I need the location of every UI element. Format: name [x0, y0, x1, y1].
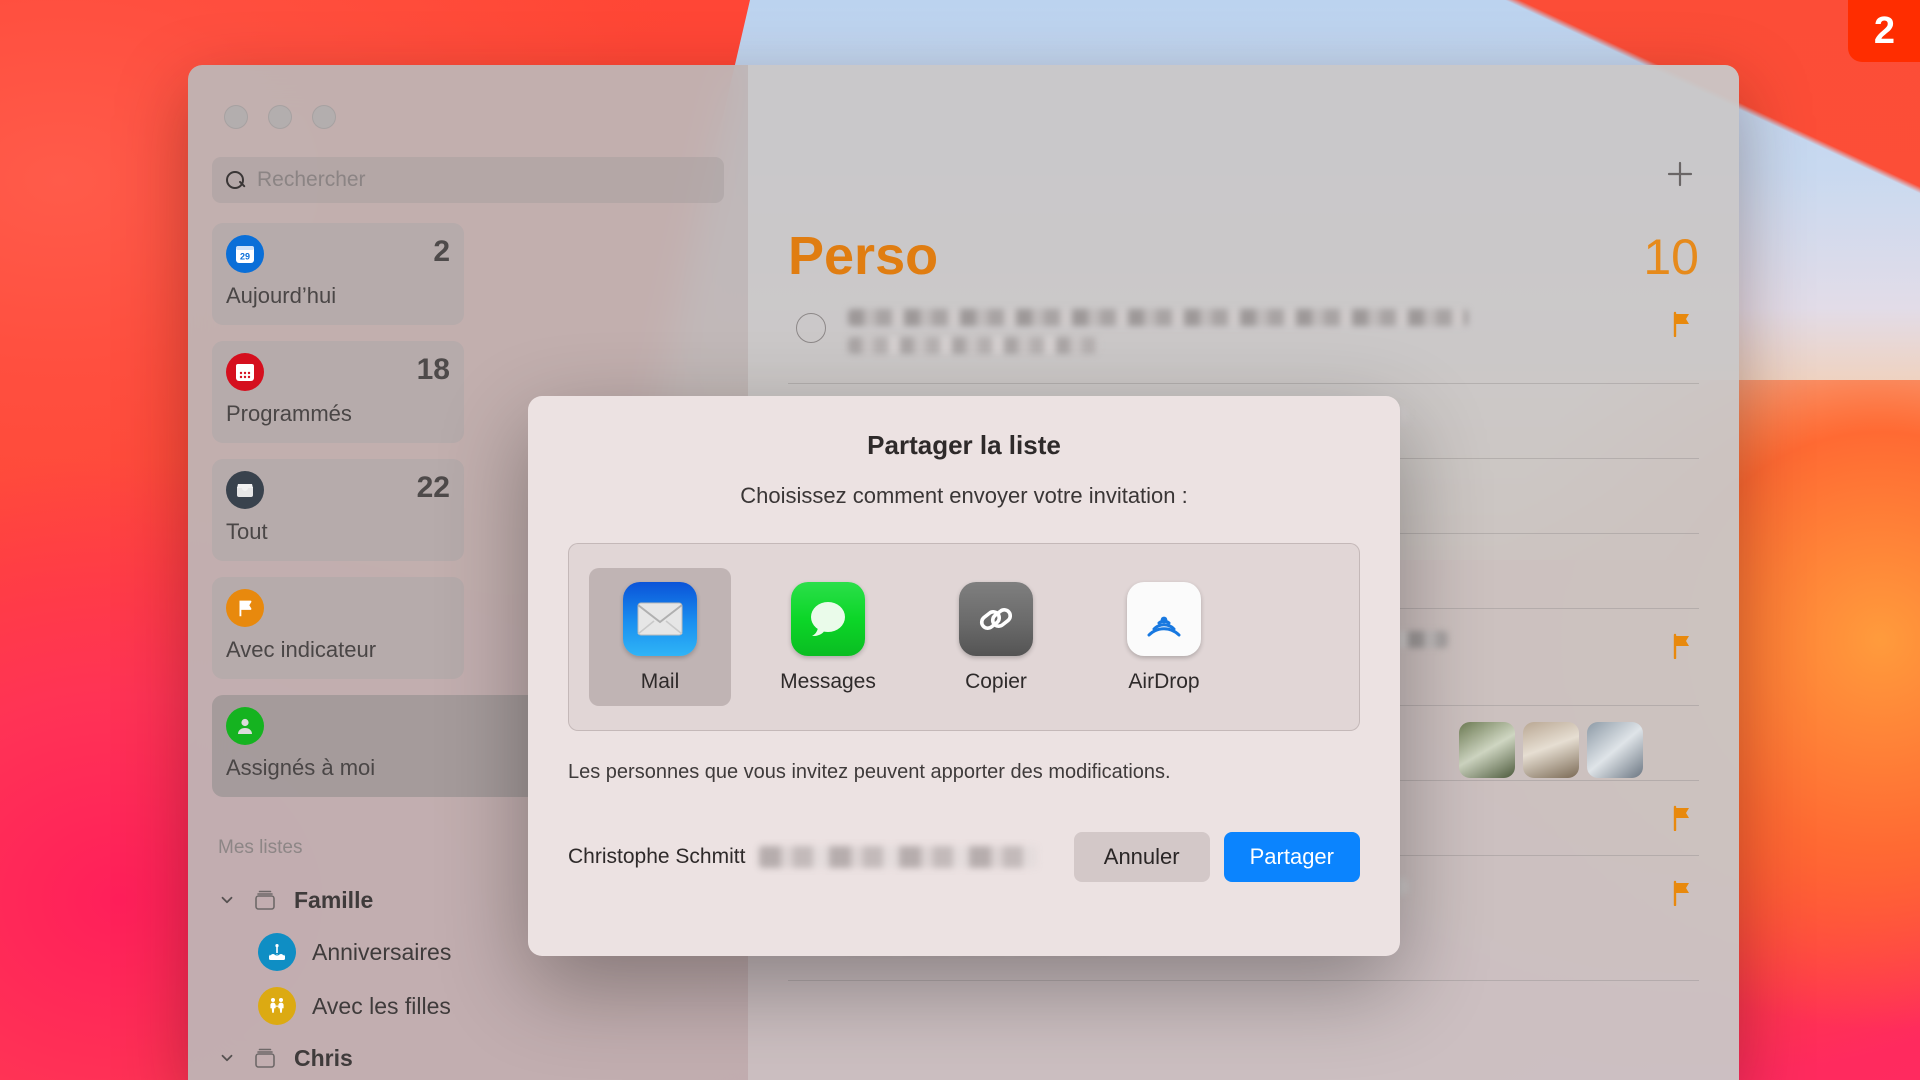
- search-icon: [226, 170, 245, 190]
- attachment-thumbnail[interactable]: [1459, 722, 1515, 778]
- attachment-thumbnail[interactable]: [1587, 722, 1643, 778]
- group-chris[interactable]: Chris: [212, 1033, 724, 1080]
- person-icon: [226, 707, 264, 745]
- close-button[interactable]: [224, 105, 248, 129]
- calendar-icon: [226, 353, 264, 391]
- window-controls: [212, 65, 724, 129]
- notification-badge: 2: [1848, 0, 1920, 62]
- chevron-down-icon[interactable]: [218, 1049, 236, 1067]
- mail-icon: [623, 582, 697, 656]
- page-title: Perso: [788, 226, 939, 286]
- reminder-text-redacted: [848, 309, 1468, 365]
- search-placeholder: Rechercher: [257, 168, 366, 191]
- share-option-label: Copier: [965, 670, 1027, 693]
- flag-icon: [1671, 880, 1693, 907]
- messages-icon: [791, 582, 865, 656]
- airdrop-icon: [1127, 582, 1201, 656]
- cake-icon: [258, 933, 296, 971]
- minimize-button[interactable]: [268, 105, 292, 129]
- zoom-button[interactable]: [312, 105, 336, 129]
- flag-icon: [226, 589, 264, 627]
- dialog-title: Partager la liste: [867, 430, 1061, 460]
- smart-list-count: 18: [416, 353, 450, 386]
- reminder-attachments[interactable]: [1459, 722, 1643, 778]
- folder-icon: [250, 1043, 280, 1073]
- share-options-panel: Mail Messages Copier AirDrop: [568, 543, 1360, 731]
- reminder-checkbox[interactable]: [796, 313, 826, 343]
- smart-list-label: Tout: [226, 519, 268, 544]
- cancel-button[interactable]: Annuler: [1073, 832, 1210, 882]
- share-option-copier[interactable]: Copier: [925, 568, 1067, 706]
- page-title-row: Perso 10: [788, 65, 1699, 287]
- calendar-day-icon: 29: [226, 235, 264, 273]
- dialog-subtitle: Choisissez comment envoyer votre invitat…: [740, 483, 1188, 508]
- smart-list-flagged[interactable]: Avec indicateur: [212, 577, 464, 679]
- flag-icon: [1671, 633, 1693, 660]
- list-name: Avec les filles: [312, 992, 451, 1019]
- smart-list-label: Aujourd’hui: [226, 283, 337, 308]
- share-option-label: Mail: [640, 670, 680, 693]
- smart-list-label: Programmés: [226, 401, 352, 426]
- share-option-messages[interactable]: Messages: [757, 568, 899, 706]
- svg-text:29: 29: [240, 252, 250, 262]
- list-name: Anniversaires: [312, 938, 452, 965]
- folder-icon: [250, 885, 280, 915]
- share-option-mail[interactable]: Mail: [589, 568, 731, 706]
- dialog-footer: Christophe Schmitt Annuler Partager: [568, 832, 1360, 882]
- reminder-row[interactable]: [788, 287, 1699, 384]
- group-name: Famille: [294, 886, 374, 913]
- dialog-note: Les personnes que vous invitez peuvent a…: [568, 761, 1171, 783]
- account-detail-redacted: [759, 846, 1038, 868]
- chevron-down-icon[interactable]: [218, 891, 236, 909]
- attachment-thumbnail[interactable]: [1523, 722, 1579, 778]
- link-icon: [959, 582, 1033, 656]
- page-count: 10: [1643, 229, 1699, 285]
- account-name: Christophe Schmitt: [568, 845, 746, 868]
- flag-icon: [1671, 805, 1693, 832]
- flag-icon: [1671, 311, 1693, 338]
- two-people-icon: [258, 987, 296, 1025]
- share-button[interactable]: Partager: [1223, 832, 1360, 882]
- smart-list-label: Avec indicateur: [226, 637, 377, 662]
- desktop-background: 2 Rechercher 29 2 Aujourd’hui 18 Program…: [0, 0, 1920, 1080]
- share-list-dialog: Partager la liste Choisissez comment env…: [528, 396, 1400, 956]
- share-option-label: Messages: [780, 670, 876, 693]
- sidebar-list-avec-les-filles[interactable]: Avec les filles: [212, 979, 724, 1033]
- search-field[interactable]: Rechercher: [212, 157, 724, 203]
- share-option-airdrop[interactable]: AirDrop: [1093, 568, 1235, 706]
- smart-list-count: 22: [416, 471, 450, 504]
- smart-list-scheduled[interactable]: 18 Programmés: [212, 341, 464, 443]
- smart-list-count: 2: [433, 235, 450, 268]
- smart-list-today[interactable]: 29 2 Aujourd’hui: [212, 223, 464, 325]
- group-name: Chris: [294, 1044, 353, 1071]
- add-reminder-button[interactable]: [1663, 157, 1697, 191]
- tray-icon: [226, 471, 264, 509]
- share-option-label: AirDrop: [1128, 670, 1200, 693]
- smart-list-all[interactable]: 22 Tout: [212, 459, 464, 561]
